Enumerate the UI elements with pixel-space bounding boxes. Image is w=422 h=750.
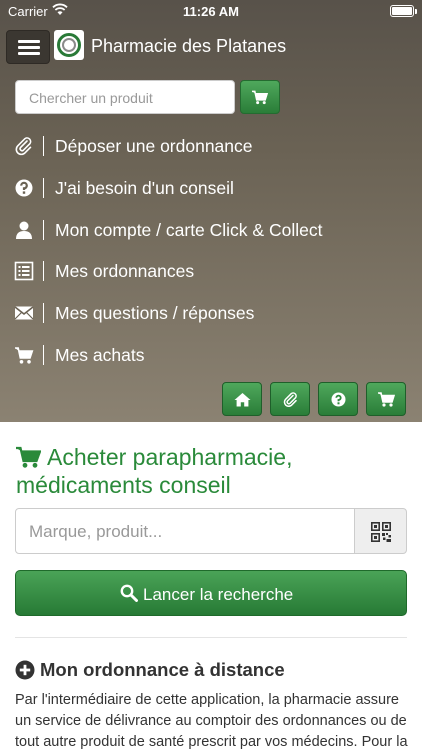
- clock: 11:26 AM: [183, 4, 239, 19]
- quick-cart-button[interactable]: [366, 382, 406, 416]
- question-circle-icon: [15, 179, 33, 197]
- pharmacy-logo: [54, 30, 84, 60]
- menu-item-mon-compte[interactable]: Mon compte / carte Click & Collect: [0, 212, 422, 248]
- launch-search-label: Lancer la recherche: [143, 585, 294, 604]
- qr-code-icon: [371, 522, 391, 542]
- search-icon: [120, 584, 138, 602]
- status-bar: Carrier 11:26 AM: [0, 0, 422, 22]
- menu-item-label: Mon compte / carte Click & Collect: [55, 220, 323, 240]
- shop-title-line1: Acheter parapharmacie,: [47, 444, 293, 470]
- paperclip-icon: [283, 392, 297, 407]
- product-search-input[interactable]: Chercher un produit: [15, 80, 235, 114]
- menu-item-label: Déposer une ordonnance: [55, 136, 253, 156]
- menu-item-mes-ordonnances[interactable]: Mes ordonnances: [0, 253, 422, 289]
- menu-item-label: Mes ordonnances: [55, 261, 195, 281]
- paperclip-icon: [15, 137, 32, 156]
- section-divider: [15, 637, 407, 638]
- menu-item-label: Mes achats: [55, 345, 145, 365]
- quick-ordonnance-button[interactable]: [270, 382, 310, 416]
- nav-bar: Pharmacie des Platanes: [0, 22, 422, 72]
- menu-item-conseil[interactable]: J'ai besoin d'un conseil: [0, 170, 422, 206]
- menu-item-questions-reponses[interactable]: Mes questions / réponses: [0, 295, 422, 331]
- prescription-description: Par l'intermédiaire de cette application…: [15, 692, 408, 750]
- shop-title-line2: médicaments conseil: [16, 472, 231, 498]
- battery-icon: [390, 5, 417, 17]
- prescription-title-label: Mon ordonnance à distance: [40, 659, 285, 680]
- menu-item-deposer-ordonnance[interactable]: Déposer une ordonnance: [0, 128, 422, 164]
- plus-circle-icon: [15, 660, 35, 680]
- brand-product-search-input[interactable]: Marque, produit...: [15, 508, 355, 554]
- cart-icon: [378, 392, 395, 407]
- qr-scan-button[interactable]: [354, 508, 407, 554]
- user-icon: [16, 221, 32, 239]
- cart-icon: [16, 446, 41, 468]
- quick-conseil-button[interactable]: [318, 382, 358, 416]
- envelope-icon: [14, 306, 34, 320]
- quick-home-button[interactable]: [222, 382, 262, 416]
- question-circle-icon: [331, 392, 346, 407]
- hamburger-menu-button[interactable]: [6, 30, 50, 64]
- cart-icon: [252, 90, 268, 105]
- search-cart-button[interactable]: [240, 80, 280, 114]
- home-icon: [234, 393, 251, 407]
- header-panel: Carrier 11:26 AM Pharmacie des Platanes …: [0, 0, 422, 422]
- menu-item-mes-achats[interactable]: Mes achats: [0, 337, 422, 373]
- app-title: Pharmacie des Platanes: [91, 36, 287, 56]
- list-icon: [14, 261, 34, 281]
- cart-icon: [15, 347, 34, 364]
- launch-search-button[interactable]: Lancer la recherche: [15, 570, 407, 616]
- menu-item-label: Mes questions / réponses: [55, 303, 255, 323]
- menu-item-label: J'ai besoin d'un conseil: [55, 178, 234, 198]
